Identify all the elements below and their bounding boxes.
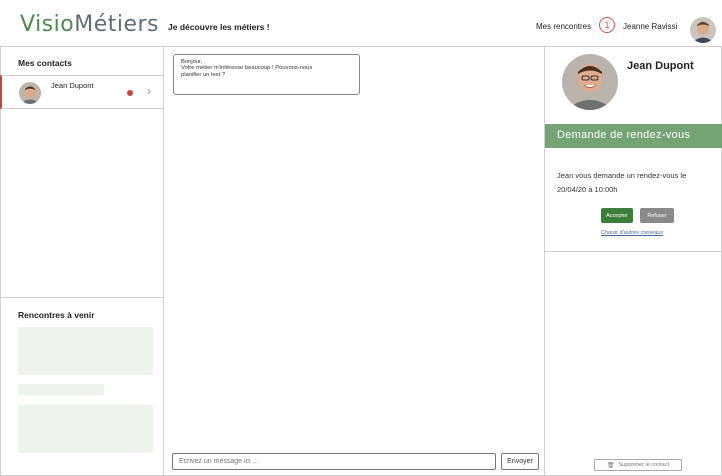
choose-other-slots-link[interactable]: Choisir d'autres créneaux — [601, 230, 663, 236]
chevron-right-icon: › — [147, 84, 151, 98]
logo-part-metiers: Métiers — [74, 12, 160, 37]
unread-indicator — [127, 90, 133, 96]
message-line: planifier un test ? — [181, 71, 226, 78]
message-input[interactable] — [172, 453, 496, 470]
left-sidebar: Mes contacts Jean Dupont › Rencontres à … — [0, 47, 164, 476]
upcoming-meeting-placeholder-line — [18, 384, 104, 395]
upcoming-meeting-placeholder — [18, 327, 153, 375]
logo-part-visio: Visio — [20, 12, 75, 37]
mes-rencontres-link[interactable]: Mes rencontres — [536, 22, 591, 31]
upcoming-meetings-title: Rencontres à venir — [18, 310, 95, 320]
appointment-request-text: Jean vous demande un rendez-vous le 20/0… — [557, 171, 687, 194]
app-logo[interactable]: VisioMétiers — [20, 12, 159, 37]
send-button[interactable]: Envoyer — [501, 453, 539, 470]
contact-avatar — [19, 82, 41, 104]
contact-detail-panel: Jean Dupont Demande de rendez-vous Jean … — [544, 47, 722, 476]
message-bubble: Bonjour, Votre métier m'intéresse beauco… — [173, 54, 360, 95]
upcoming-meeting-placeholder — [18, 405, 153, 453]
contact-name: Jean Dupont — [51, 81, 94, 90]
divider — [0, 297, 163, 298]
top-header: VisioMétiers Je découvre les métiers ! M… — [0, 0, 722, 47]
contact-item-jean-dupont[interactable]: Jean Dupont › — [0, 75, 163, 109]
page-title: Je découvre les métiers ! — [168, 22, 270, 32]
contact-profile-name: Jean Dupont — [627, 60, 694, 72]
appointment-request-header: Demande de rendez-vous — [545, 124, 722, 148]
user-name[interactable]: Jeanne Ravissi — [623, 22, 677, 31]
refuse-button[interactable]: Refuser — [640, 208, 674, 223]
user-avatar[interactable] — [690, 17, 716, 43]
accept-button[interactable]: Accepter — [601, 208, 633, 223]
contacts-title: Mes contacts — [18, 58, 72, 68]
rencontres-count-badge[interactable]: 1 — [599, 17, 615, 33]
trash-icon: 🗑 — [606, 462, 615, 469]
delete-contact-label: Supprimer le contact — [618, 462, 670, 468]
divider — [545, 251, 722, 252]
delete-contact-button[interactable]: 🗑 Supprimer le contact — [594, 459, 682, 471]
contact-profile-photo — [562, 54, 618, 110]
chat-panel: Bonjour, Votre métier m'intéresse beauco… — [164, 47, 544, 476]
